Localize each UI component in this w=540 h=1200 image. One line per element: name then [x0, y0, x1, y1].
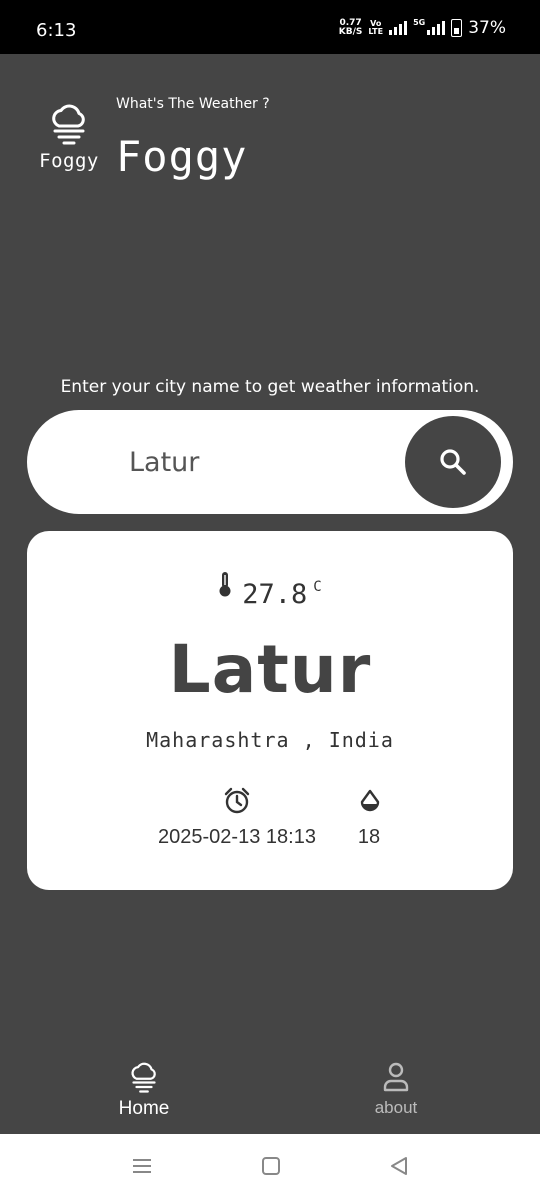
- bottom-navigation: Home about: [0, 1050, 540, 1134]
- thermometer-icon: [219, 572, 231, 597]
- status-indicators: 0.77 KB/S Vo LTE 5G 37%: [338, 17, 506, 39]
- battery-icon: [451, 19, 463, 37]
- temperature-unit: C: [313, 579, 322, 595]
- status-bar: 6:13 0.77 KB/S Vo LTE 5G 37%: [0, 0, 540, 54]
- region-name: Maharashtra: [146, 728, 290, 752]
- temperature-row: 27.8 C: [27, 571, 513, 610]
- recent-apps-icon[interactable]: [131, 1154, 153, 1178]
- weather-card: 27.8 C Latur Maharashtra , India 2025-02…: [27, 531, 513, 890]
- local-datetime: 2025-02-13 18:13: [158, 826, 316, 848]
- nav-home-label: Home: [118, 1098, 170, 1119]
- system-navigation-bar: [0, 1134, 540, 1200]
- country-name: India: [328, 728, 394, 752]
- app-subtitle: What's The Weather ?: [116, 96, 270, 112]
- app-title: Foggy: [116, 132, 248, 181]
- alarm-clock-icon: [224, 787, 250, 814]
- water-drop-icon: [360, 789, 380, 812]
- network-speed: 0.77 KB/S: [338, 18, 363, 37]
- city-search-input[interactable]: [129, 440, 399, 484]
- temperature-value: 27.8: [242, 579, 308, 610]
- search-prompt: Enter your city name to get weather info…: [60, 377, 480, 397]
- nav-about[interactable]: about: [336, 1062, 456, 1118]
- logo-text: Foggy: [39, 150, 99, 172]
- status-time: 6:13: [36, 20, 77, 41]
- battery-percentage: 37%: [468, 18, 506, 38]
- nav-about-label: about: [374, 1098, 418, 1117]
- search-bar: [27, 410, 513, 514]
- foggy-cloud-icon: [52, 104, 85, 145]
- nav-home[interactable]: Home: [84, 1062, 204, 1120]
- search-button[interactable]: [405, 416, 501, 508]
- network-5g: 5G: [413, 17, 426, 27]
- signal-icon-2: [427, 21, 446, 35]
- home-square-icon[interactable]: [261, 1154, 281, 1178]
- signal-icon: [389, 21, 408, 35]
- search-icon: [440, 449, 466, 475]
- back-triangle-icon[interactable]: [388, 1154, 410, 1178]
- app-logo: Foggy: [34, 104, 104, 172]
- person-icon: [383, 1062, 409, 1092]
- city-name: Latur: [168, 631, 372, 708]
- location-region: Maharashtra , India: [27, 728, 513, 752]
- volte-indicator: Vo LTE: [368, 19, 384, 36]
- humidity-value: 18: [357, 826, 381, 848]
- location-separator: ,: [302, 728, 316, 752]
- foggy-cloud-icon: [131, 1062, 156, 1093]
